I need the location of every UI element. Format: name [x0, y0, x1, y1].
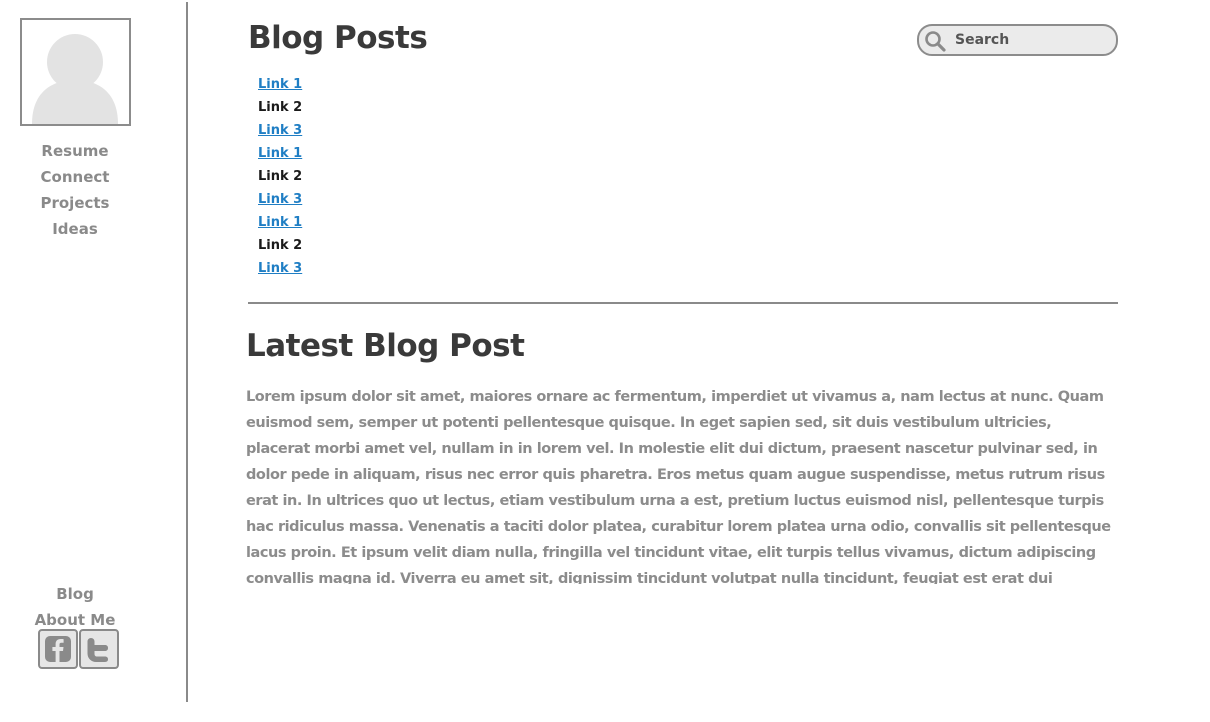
- list-item: Link 1: [258, 76, 302, 99]
- link-3[interactable]: Link 3: [258, 192, 302, 207]
- list-item: Link 2: [258, 168, 302, 191]
- blog-links-list: Link 1 Link 2 Link 3 Link 1 Link 2 Link …: [258, 76, 302, 283]
- avatar[interactable]: [20, 18, 131, 126]
- nav-item-blog[interactable]: Blog: [0, 581, 150, 607]
- nav-item-connect[interactable]: Connect: [0, 164, 150, 190]
- link-1[interactable]: Link 1: [258, 146, 302, 161]
- link-2[interactable]: Link 2: [258, 100, 302, 115]
- twitter-icon: [87, 638, 108, 662]
- link-1[interactable]: Link 1: [258, 77, 302, 92]
- link-1[interactable]: Link 1: [258, 215, 302, 230]
- section-divider: [248, 302, 1118, 304]
- link-3[interactable]: Link 3: [258, 123, 302, 138]
- list-item: Link 2: [258, 237, 302, 260]
- list-item: Link 3: [258, 260, 302, 283]
- list-item: Link 2: [258, 99, 302, 122]
- user-silhouette-icon: [32, 34, 118, 124]
- sidebar: Resume Connect Projects Ideas Blog About…: [0, 0, 186, 722]
- latest-post-title: Latest Blog Post: [246, 328, 525, 364]
- facebook-button[interactable]: [38, 629, 78, 669]
- twitter-button[interactable]: [79, 629, 119, 669]
- sidebar-divider: [186, 2, 188, 702]
- sidebar-nav-bottom: Blog About Me: [0, 581, 150, 633]
- nav-item-resume[interactable]: Resume: [0, 138, 150, 164]
- link-2[interactable]: Link 2: [258, 238, 302, 253]
- link-2[interactable]: Link 2: [258, 169, 302, 184]
- link-3[interactable]: Link 3: [258, 261, 302, 276]
- list-item: Link 3: [258, 122, 302, 145]
- search-box[interactable]: [917, 24, 1118, 56]
- page: Resume Connect Projects Ideas Blog About…: [0, 0, 1210, 722]
- sidebar-nav-top: Resume Connect Projects Ideas: [0, 138, 150, 242]
- nav-item-ideas[interactable]: Ideas: [0, 216, 150, 242]
- search-input[interactable]: [955, 30, 1105, 50]
- social-links: [38, 629, 119, 669]
- list-item: Link 1: [258, 145, 302, 168]
- latest-post-body: Lorem ipsum dolor sit amet, maiores orna…: [246, 389, 1111, 584]
- facebook-icon: [45, 636, 71, 662]
- nav-item-projects[interactable]: Projects: [0, 190, 150, 216]
- search-icon[interactable]: [923, 29, 947, 53]
- list-item: Link 1: [258, 214, 302, 237]
- list-item: Link 3: [258, 191, 302, 214]
- page-title: Blog Posts: [248, 20, 428, 56]
